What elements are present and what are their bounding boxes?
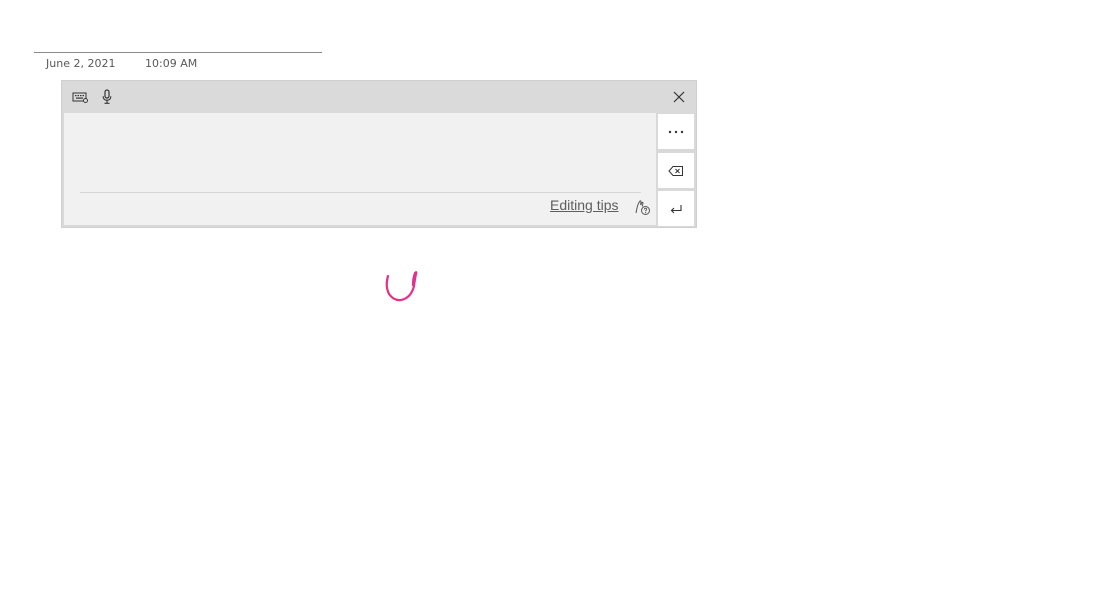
dictation-button[interactable] [97,87,117,107]
pen-help-icon[interactable] [633,198,651,216]
editing-tips-link[interactable]: Editing tips [550,197,618,213]
handwriting-ink-stroke [385,271,418,302]
page-header: June 2, 2021 10:09 AM [34,52,322,74]
more-icon [668,130,684,133]
backspace-icon [668,165,683,176]
header-date: June 2, 2021 [46,57,116,70]
keyboard-icon [72,92,88,103]
enter-button[interactable] [658,191,694,226]
keyboard-settings-button[interactable] [70,87,90,107]
microphone-icon [102,89,112,104]
close-icon [673,91,685,103]
more-options-button[interactable] [658,114,694,149]
handwriting-canvas[interactable]: Editing tips [64,113,656,225]
writing-baseline [80,192,641,193]
close-button[interactable] [669,87,689,107]
handwriting-titlebar [62,81,696,113]
header-time: 10:09 AM [145,57,198,70]
enter-icon [670,204,682,213]
handwriting-panel: Editing tips [61,80,697,228]
header-divider [34,52,322,53]
backspace-button[interactable] [658,153,694,188]
